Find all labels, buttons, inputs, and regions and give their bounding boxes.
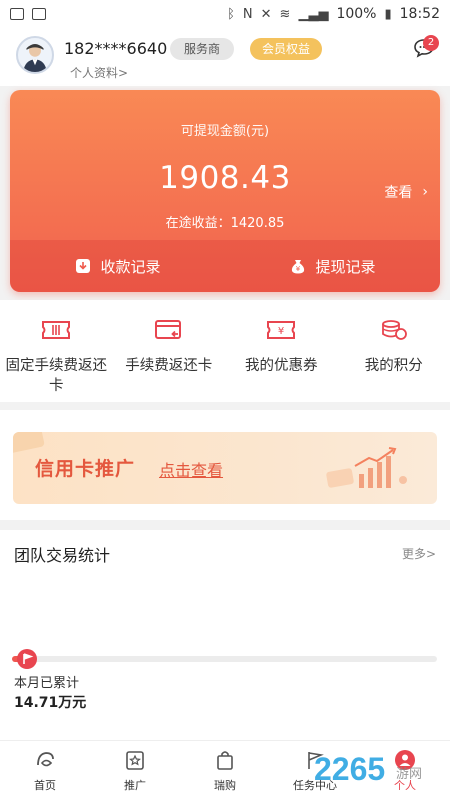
shopping-bag-icon	[217, 751, 233, 770]
earnings-card: 可提现金额(元) 1908.43 查看 › 在途收益：1420.85 收款记录 …	[10, 90, 440, 292]
message-count-badge: 2	[423, 35, 439, 51]
status-left	[10, 8, 46, 20]
ticket-icon	[42, 321, 71, 339]
nav-label: 瑞购	[214, 779, 236, 792]
card-record-bar: 收款记录 ¥ 提现记录	[10, 240, 440, 292]
action-label: 我的积分	[364, 358, 423, 374]
withdrawable-amount: 1908.43	[159, 160, 291, 196]
promote-icon	[126, 751, 144, 770]
svg-text:2265: 2265	[314, 751, 385, 787]
bluetooth-icon: ᛒ	[227, 6, 235, 22]
view-label: 查看	[384, 185, 413, 201]
month-total-value: 14.71万元	[14, 695, 87, 711]
action-fixed-fee-return-card[interactable]: 固定手续费返还卡	[0, 300, 113, 402]
clock: 18:52	[399, 6, 440, 22]
avatar[interactable]	[16, 36, 54, 74]
in-transit-earnings: 在途收益：1420.85	[165, 216, 285, 231]
promo-tag-decoration	[13, 432, 45, 454]
wifi-icon: ≋	[279, 6, 291, 22]
withdraw-records-label: 提现记录	[315, 257, 376, 276]
coupon-icon: ¥	[267, 321, 296, 339]
coins-icon	[381, 320, 407, 340]
service-provider-badge[interactable]: 服务商	[170, 38, 235, 60]
app-notification-icon	[32, 8, 46, 20]
svg-text:¥: ¥	[296, 265, 301, 273]
action-my-coupons[interactable]: ¥ 我的优惠券	[225, 300, 338, 402]
receipt-download-icon	[76, 259, 91, 273]
action-my-points[interactable]: 我的积分	[338, 300, 450, 402]
gallery-notification-icon	[10, 8, 24, 20]
battery-icon: ▮	[384, 6, 392, 22]
team-stats-section: 团队交易统计 更多> 本月已累计 14.71万元	[0, 530, 450, 740]
receipt-records-button[interactable]: 收款记录	[10, 240, 225, 292]
mute-icon: ✕	[260, 6, 272, 22]
promo-section: 信用卡推广 点击查看	[0, 410, 450, 520]
status-bar: ᛒ N ✕ ≋ ▁▃▅ 100% ▮ 18:52	[0, 0, 450, 28]
nav-promote[interactable]: 推广	[90, 741, 180, 800]
withdraw-records-button[interactable]: ¥ 提现记录	[225, 240, 440, 292]
avatar-person-icon	[23, 43, 47, 72]
promo-view-link[interactable]: 点击查看	[159, 457, 223, 481]
action-label: 手续费返还卡	[125, 358, 213, 374]
svg-text:游网: 游网	[396, 767, 422, 782]
monthly-progress-track	[12, 656, 437, 662]
member-benefits-badge[interactable]: 会员权益	[250, 38, 323, 60]
status-right: ᛒ N ✕ ≋ ▁▃▅ 100% ▮ 18:52	[227, 6, 440, 22]
team-stats-more-link[interactable]: 更多>	[402, 545, 436, 562]
nav-label: 首页	[34, 779, 56, 792]
profile-link[interactable]: 个人资料>	[70, 64, 128, 81]
card-return-icon	[154, 320, 181, 339]
user-phone: 182****6640	[64, 39, 168, 58]
flag-icon	[17, 649, 37, 669]
battery-percent: 100%	[336, 6, 377, 22]
home-icon	[37, 752, 54, 767]
watermark-logo: 2265 游网	[314, 751, 422, 787]
nav-shop[interactable]: 瑞购	[180, 741, 270, 800]
chevron-right-icon: ›	[422, 184, 428, 200]
view-button[interactable]: 查看 ›	[384, 182, 428, 202]
nav-home[interactable]: 首页	[0, 741, 90, 800]
svg-text:¥: ¥	[278, 326, 284, 337]
nav-label: 推广	[124, 779, 146, 792]
growth-chart-illustration-icon	[326, 447, 407, 488]
profile-header: 182****6640 服务商 会员权益 个人资料> 2	[0, 28, 450, 86]
action-label: 固定手续费返还卡	[5, 358, 108, 394]
signal-icon: ▁▃▅	[298, 6, 329, 22]
nfc-icon: N	[242, 6, 253, 22]
money-bag-icon: ¥	[292, 260, 305, 274]
team-stats-title: 团队交易统计	[14, 546, 111, 565]
receipt-records-label: 收款记录	[100, 257, 161, 276]
month-total-label: 本月已累计	[14, 676, 80, 691]
quick-actions: 固定手续费返还卡 手续费返还卡 ¥ 我的优惠券 我的积分	[0, 300, 450, 402]
action-fee-return-card[interactable]: 手续费返还卡	[113, 300, 226, 402]
action-label: 我的优惠券	[245, 358, 318, 374]
withdrawable-label: 可提现金额(元)	[180, 124, 270, 139]
promo-title: 信用卡推广	[35, 458, 136, 480]
credit-card-promo-banner[interactable]: 信用卡推广 点击查看	[13, 432, 437, 504]
